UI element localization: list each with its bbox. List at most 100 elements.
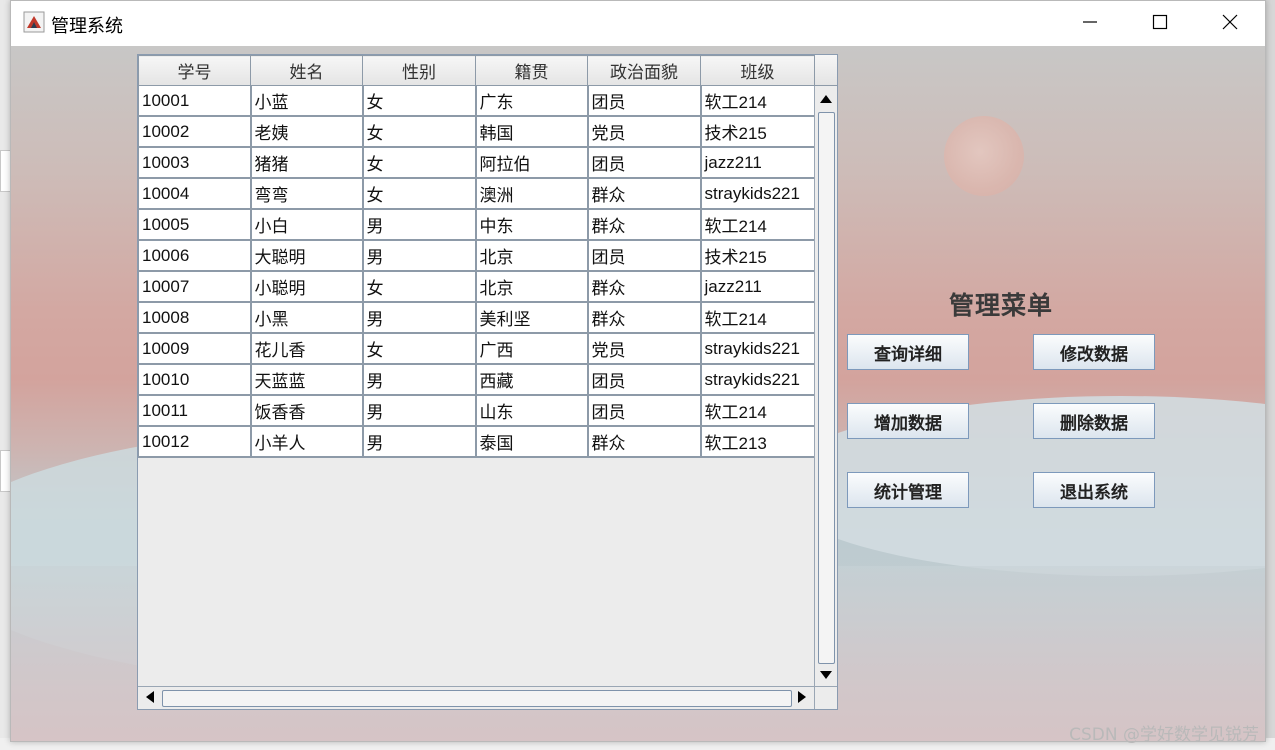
minimize-button[interactable]: [1055, 1, 1125, 46]
table-row[interactable]: 10011 饭香香 男 山东 团员 软工214: [138, 394, 816, 427]
column-header-class[interactable]: 班级: [700, 55, 815, 86]
table-row[interactable]: 10008 小黑 男 美利坚 群众 软工214: [138, 301, 816, 334]
cell-gender[interactable]: 女: [362, 332, 477, 365]
table-row[interactable]: 10005 小白 男 中东 群众 软工214: [138, 208, 816, 241]
horizontal-scrollbar[interactable]: [138, 686, 814, 709]
cell-political[interactable]: 团员: [587, 146, 702, 179]
cell-name[interactable]: 小羊人: [250, 425, 364, 458]
cell-name[interactable]: 猪猪: [250, 146, 364, 179]
cell-political[interactable]: 群众: [587, 177, 702, 210]
cell-origin[interactable]: 韩国: [475, 115, 589, 148]
cell-id[interactable]: 10011: [138, 394, 252, 427]
cell-gender[interactable]: 男: [362, 239, 477, 272]
cell-name[interactable]: 老姨: [250, 115, 364, 148]
cell-political[interactable]: 群众: [587, 208, 702, 241]
cell-origin[interactable]: 澳洲: [475, 177, 589, 210]
cell-origin[interactable]: 山东: [475, 394, 589, 427]
table-row[interactable]: 10012 小羊人 男 泰国 群众 软工213: [138, 425, 816, 458]
cell-origin[interactable]: 广东: [475, 85, 589, 117]
cell-class[interactable]: 技术215: [700, 115, 816, 148]
table-row[interactable]: 10007 小聪明 女 北京 群众 jazz211: [138, 270, 816, 303]
cell-class[interactable]: 软工214: [700, 301, 816, 334]
cell-political[interactable]: 群众: [587, 301, 702, 334]
cell-id[interactable]: 10009: [138, 332, 252, 365]
column-header-origin[interactable]: 籍贯: [475, 55, 588, 86]
cell-class[interactable]: 软工214: [700, 394, 816, 427]
cell-origin[interactable]: 西藏: [475, 363, 589, 396]
cell-id[interactable]: 10010: [138, 363, 252, 396]
delete-data-button[interactable]: 删除数据: [1033, 403, 1155, 439]
cell-gender[interactable]: 女: [362, 115, 477, 148]
cell-name[interactable]: 花儿香: [250, 332, 364, 365]
cell-political[interactable]: 团员: [587, 363, 702, 396]
close-button[interactable]: [1195, 1, 1265, 46]
cell-id[interactable]: 10006: [138, 239, 252, 272]
cell-origin[interactable]: 美利坚: [475, 301, 589, 334]
cell-class[interactable]: straykids221: [700, 332, 816, 365]
table-row[interactable]: 10009 花儿香 女 广西 党员 straykids221: [138, 332, 816, 365]
table-row[interactable]: 10002 老姨 女 韩国 党员 技术215: [138, 115, 816, 148]
cell-name[interactable]: 弯弯: [250, 177, 364, 210]
scroll-right-button[interactable]: [792, 688, 812, 708]
cell-origin[interactable]: 广西: [475, 332, 589, 365]
cell-origin[interactable]: 中东: [475, 208, 589, 241]
cell-id[interactable]: 10002: [138, 115, 252, 148]
scroll-left-button[interactable]: [140, 688, 160, 708]
table-row[interactable]: 10004 弯弯 女 澳洲 群众 straykids221: [138, 177, 816, 210]
cell-class[interactable]: 软工214: [700, 85, 816, 117]
table-row[interactable]: 10006 大聪明 男 北京 团员 技术215: [138, 239, 816, 272]
cell-gender[interactable]: 男: [362, 425, 477, 458]
cell-id[interactable]: 10007: [138, 270, 252, 303]
maximize-button[interactable]: [1125, 1, 1195, 46]
table-row[interactable]: 10003 猪猪 女 阿拉伯 团员 jazz211: [138, 146, 816, 179]
column-header-name[interactable]: 姓名: [250, 55, 363, 86]
cell-name[interactable]: 饭香香: [250, 394, 364, 427]
cell-political[interactable]: 团员: [587, 239, 702, 272]
cell-political[interactable]: 团员: [587, 85, 702, 117]
column-header-id[interactable]: 学号: [138, 55, 251, 86]
cell-id[interactable]: 10012: [138, 425, 252, 458]
cell-gender[interactable]: 男: [362, 394, 477, 427]
cell-class[interactable]: jazz211: [700, 270, 816, 303]
cell-political[interactable]: 群众: [587, 270, 702, 303]
statistics-button[interactable]: 统计管理: [847, 472, 969, 508]
cell-name[interactable]: 小白: [250, 208, 364, 241]
cell-political[interactable]: 群众: [587, 425, 702, 458]
cell-name[interactable]: 大聪明: [250, 239, 364, 272]
cell-origin[interactable]: 北京: [475, 239, 589, 272]
cell-political[interactable]: 党员: [587, 115, 702, 148]
cell-gender[interactable]: 男: [362, 208, 477, 241]
table-row[interactable]: 10001 小蓝 女 广东 团员 软工214: [138, 85, 816, 117]
cell-origin[interactable]: 北京: [475, 270, 589, 303]
cell-name[interactable]: 小蓝: [250, 85, 364, 117]
cell-gender[interactable]: 男: [362, 301, 477, 334]
cell-origin[interactable]: 阿拉伯: [475, 146, 589, 179]
add-data-button[interactable]: 增加数据: [847, 403, 969, 439]
cell-class[interactable]: 软工214: [700, 208, 816, 241]
cell-class[interactable]: straykids221: [700, 363, 816, 396]
cell-gender[interactable]: 男: [362, 363, 477, 396]
cell-class[interactable]: straykids221: [700, 177, 816, 210]
cell-name[interactable]: 小黑: [250, 301, 364, 334]
exit-system-button[interactable]: 退出系统: [1033, 472, 1155, 508]
cell-id[interactable]: 10005: [138, 208, 252, 241]
cell-political[interactable]: 党员: [587, 332, 702, 365]
cell-political[interactable]: 团员: [587, 394, 702, 427]
vertical-scrollbar[interactable]: [814, 86, 837, 688]
column-header-gender[interactable]: 性别: [362, 55, 476, 86]
cell-name[interactable]: 天蓝蓝: [250, 363, 364, 396]
table-row[interactable]: 10010 天蓝蓝 男 西藏 团员 straykids221: [138, 363, 816, 396]
horizontal-scroll-thumb[interactable]: [162, 690, 792, 707]
scroll-down-button[interactable]: [816, 665, 836, 685]
cell-origin[interactable]: 泰国: [475, 425, 589, 458]
modify-data-button[interactable]: 修改数据: [1033, 334, 1155, 370]
cell-gender[interactable]: 女: [362, 270, 477, 303]
query-details-button[interactable]: 查询详细: [847, 334, 969, 370]
cell-name[interactable]: 小聪明: [250, 270, 364, 303]
cell-class[interactable]: 软工213: [700, 425, 816, 458]
cell-gender[interactable]: 女: [362, 177, 477, 210]
cell-id[interactable]: 10003: [138, 146, 252, 179]
cell-gender[interactable]: 女: [362, 146, 477, 179]
cell-id[interactable]: 10004: [138, 177, 252, 210]
cell-class[interactable]: 技术215: [700, 239, 816, 272]
